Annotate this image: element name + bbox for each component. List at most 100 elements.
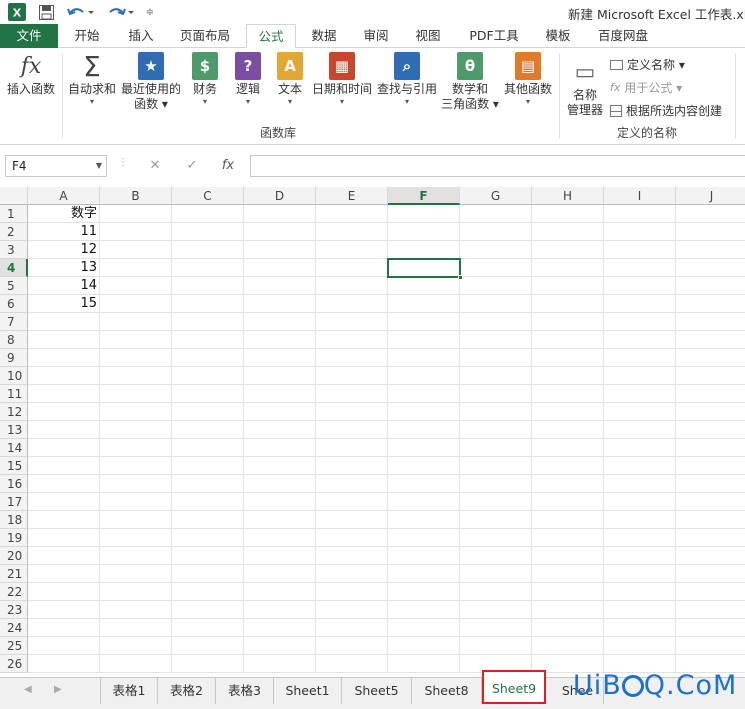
active-cell-cursor[interactable] (387, 258, 463, 280)
tab-view[interactable]: 视图 (406, 24, 450, 48)
next-sheet-icon[interactable]: ▶ (54, 684, 62, 695)
row-header-18[interactable]: 18 (0, 511, 28, 529)
name-manager-button[interactable]: ▭ 名称 管理器 (564, 58, 606, 118)
row-header-4[interactable]: 4 (0, 259, 28, 277)
cell-a4[interactable]: 13 (28, 259, 100, 277)
math-trig-label-2: 三角函数 ▾ (441, 97, 499, 111)
worksheet-grid[interactable]: A B C D E F G H I J 1 2 3 4 5 6 7 8 9 10 11 12 13 14 15 16 17 18 19 2… (0, 187, 745, 677)
create-from-selection-label: 根据所选内容创建 (626, 104, 723, 118)
row-header-12[interactable]: 12 (0, 403, 28, 421)
gridline (28, 456, 745, 457)
column-header-c[interactable]: C (172, 187, 244, 205)
row-header-2[interactable]: 2 (0, 223, 28, 241)
tab-baidu-netdisk[interactable]: 百度网盘 (590, 24, 656, 48)
save-icon[interactable] (34, 2, 58, 22)
redo-icon[interactable] (104, 2, 138, 22)
financial-button[interactable]: $ 财务 ▾ (186, 52, 224, 107)
row-header-13[interactable]: 13 (0, 421, 28, 439)
column-header-a[interactable]: A (28, 187, 100, 205)
column-header-j[interactable]: J (676, 187, 745, 205)
tab-pdf-tools[interactable]: PDF工具 (462, 24, 526, 48)
row-header-22[interactable]: 22 (0, 583, 28, 601)
tab-page-layout[interactable]: 页面布局 (172, 24, 238, 48)
row-header-21[interactable]: 21 (0, 565, 28, 583)
row-header-3[interactable]: 3 (0, 241, 28, 259)
insert-function-icon[interactable]: fx (214, 155, 242, 177)
cell-a3[interactable]: 12 (28, 241, 100, 259)
date-time-button[interactable]: ▦ 日期和时间 ▾ (310, 52, 374, 107)
column-header-d[interactable]: D (244, 187, 316, 205)
row-header-6[interactable]: 6 (0, 295, 28, 313)
tab-review[interactable]: 审阅 (354, 24, 398, 48)
use-in-formula-button[interactable]: fx 用于公式 ▾ (610, 79, 682, 96)
recently-used-button[interactable]: ★ 最近使用的 函数 ▾ (120, 52, 182, 112)
more-functions-button[interactable]: ▤ 其他函数 ▾ (502, 52, 554, 107)
tab-home[interactable]: 开始 (64, 24, 110, 48)
row-header-1[interactable]: 1 (0, 205, 28, 223)
autosum-button[interactable]: Σ 自动求和 ▾ (66, 52, 118, 107)
formula-input[interactable] (250, 155, 745, 177)
row-header-19[interactable]: 19 (0, 529, 28, 547)
column-header-e[interactable]: E (316, 187, 388, 205)
row-header-9[interactable]: 9 (0, 349, 28, 367)
row-header-8[interactable]: 8 (0, 331, 28, 349)
row-header-16[interactable]: 16 (0, 475, 28, 493)
cell-a2[interactable]: 11 (28, 223, 100, 241)
column-header-i[interactable]: I (604, 187, 676, 205)
sheet-tab-表格2[interactable]: 表格2 (158, 678, 216, 704)
sheet-tab-表格3[interactable]: 表格3 (216, 678, 274, 704)
cell-a6[interactable]: 15 (28, 295, 100, 313)
lookup-reference-label: 查找与引用 (376, 82, 437, 96)
row-header-20[interactable]: 20 (0, 547, 28, 565)
column-header-f[interactable]: F (388, 187, 460, 205)
chevron-down-icon[interactable]: ▼ (96, 156, 102, 176)
tab-templates[interactable]: 模板 (536, 24, 580, 48)
lookup-reference-dropdown-icon: ▾ (404, 97, 409, 106)
fill-handle[interactable] (458, 275, 463, 280)
sheet-tab-sheet5[interactable]: Sheet5 (342, 678, 412, 704)
math-trig-button[interactable]: θ 数学和 三角函数 ▾ (440, 52, 500, 112)
tab-data[interactable]: 数据 (302, 24, 346, 48)
row-header-24[interactable]: 24 (0, 619, 28, 637)
row-header-17[interactable]: 17 (0, 493, 28, 511)
select-all-corner[interactable] (0, 187, 28, 205)
insert-function-button[interactable]: fx 插入函数 (4, 52, 58, 97)
row-header-11[interactable]: 11 (0, 385, 28, 403)
tab-formulas[interactable]: 公式 (246, 24, 296, 49)
name-box[interactable]: F4 ▼ (5, 155, 107, 177)
sheet-tab-sheet8[interactable]: Sheet8 (412, 678, 482, 704)
cell-a5[interactable]: 14 (28, 277, 100, 295)
sheet-tab-表格1[interactable]: 表格1 (100, 678, 158, 704)
cell-a1[interactable]: 数字 (28, 205, 100, 223)
column-header-b[interactable]: B (100, 187, 172, 205)
column-header-g[interactable]: G (460, 187, 532, 205)
row-header-26[interactable]: 26 (0, 655, 28, 673)
cancel-icon[interactable]: ✕ (141, 155, 169, 177)
text-button[interactable]: A 文本 ▾ (272, 52, 308, 107)
date-time-dropdown-icon: ▾ (339, 97, 344, 106)
define-name-button[interactable]: 定义名称 ▾ (610, 56, 685, 73)
lookup-reference-button[interactable]: ⌕ 查找与引用 ▾ (376, 52, 438, 107)
row-header-14[interactable]: 14 (0, 439, 28, 457)
row-header-5[interactable]: 5 (0, 277, 28, 295)
logical-button[interactable]: ? 逻辑 ▾ (230, 52, 266, 107)
sheet-tab-sheet9[interactable]: Sheet9 (482, 670, 546, 704)
undo-icon[interactable] (64, 2, 98, 22)
customize-toolbar-icon[interactable]: ≑ (142, 2, 158, 22)
formula-bar: F4 ▼ ⋮ ✕ ✓ fx (0, 146, 745, 187)
create-from-selection-button[interactable]: 根据所选内容创建 (610, 102, 722, 119)
row-header-10[interactable]: 10 (0, 367, 28, 385)
tab-file[interactable]: 文件 (0, 24, 58, 48)
prev-sheet-icon[interactable]: ◀ (24, 684, 32, 695)
row-header-25[interactable]: 25 (0, 637, 28, 655)
name-box-value: F4 (12, 159, 27, 173)
column-header-h[interactable]: H (532, 187, 604, 205)
row-header-23[interactable]: 23 (0, 601, 28, 619)
sheet-tab-sheet1[interactable]: Sheet1 (274, 678, 342, 704)
row-header-15[interactable]: 15 (0, 457, 28, 475)
use-in-formula-icon: fx (610, 81, 621, 94)
tab-insert[interactable]: 插入 (118, 24, 164, 48)
row-header-7[interactable]: 7 (0, 313, 28, 331)
enter-icon[interactable]: ✓ (178, 155, 206, 177)
gridline (28, 600, 745, 601)
